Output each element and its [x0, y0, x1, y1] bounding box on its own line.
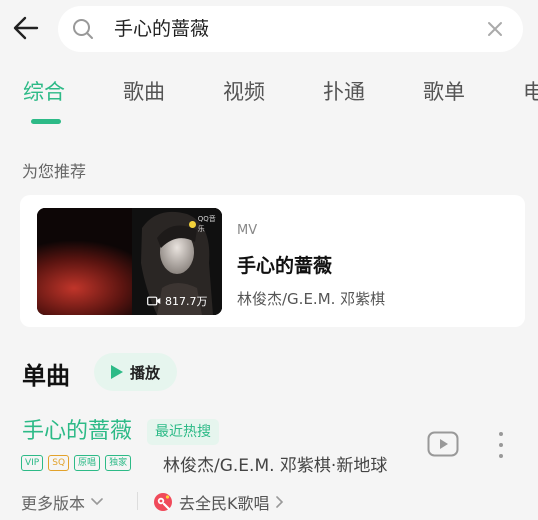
more-versions-link[interactable]: 更多版本 — [21, 490, 103, 514]
video-camera-icon — [147, 296, 161, 306]
divider — [137, 492, 138, 510]
play-all-label: 播放 — [130, 364, 161, 382]
more-options-icon[interactable] — [496, 430, 506, 460]
song-title[interactable]: 手心的蔷薇 — [22, 418, 132, 446]
watermark-text: QQ音乐 — [197, 215, 216, 233]
clear-icon[interactable] — [485, 19, 505, 39]
exclusive-tag: 独家 — [105, 455, 132, 471]
tab-videos[interactable]: 视频 — [223, 78, 265, 106]
hot-search-badge: 最近热搜 — [147, 419, 219, 445]
song-tags: VIP SQ 原唱 独家 — [21, 455, 132, 471]
more-versions-label: 更多版本 — [21, 494, 86, 513]
mv-play-count: 817.7万 — [147, 293, 208, 309]
mv-play-icon[interactable] — [427, 431, 459, 457]
mv-watermark: QQ音乐 — [189, 214, 222, 234]
play-all-button[interactable]: 播放 — [94, 353, 177, 391]
chevron-down-icon — [91, 498, 103, 506]
ksong-link[interactable]: 去全民K歌唱 — [153, 490, 284, 514]
mv-artist: 林俊杰/G.E.M. 邓紫棋 — [237, 290, 386, 308]
song-artist: 林俊杰/G.E.M. 邓紫棋·新地球 — [163, 456, 388, 476]
original-tag: 原唱 — [74, 455, 101, 471]
vip-tag: VIP — [21, 455, 44, 471]
section-title-singles: 单曲 — [22, 362, 70, 390]
mv-card[interactable]: QQ音乐 817.7万 MV 手心的蔷薇 林俊杰/G.E.M. 邓紫棋 — [20, 195, 525, 327]
back-button[interactable] — [8, 10, 44, 46]
top-bar: 手心的蔷薇 — [0, 0, 538, 58]
mv-type-label: MV — [237, 223, 258, 238]
ksong-label: 去全民K歌唱 — [179, 494, 270, 513]
play-count-text: 817.7万 — [165, 295, 208, 308]
tab-partial[interactable]: 电 — [523, 78, 538, 106]
tab-all[interactable]: 综合 — [23, 78, 65, 106]
search-icon — [73, 19, 93, 39]
mv-title: 手心的蔷薇 — [237, 255, 333, 277]
song-row[interactable]: 手心的蔷薇 最近热搜 VIP SQ 原唱 独家 林俊杰/G.E.M. 邓紫棋·新… — [0, 410, 538, 520]
qq-music-logo-icon — [189, 220, 196, 228]
section-label-recommend: 为您推荐 — [22, 162, 87, 181]
ksong-logo-icon — [154, 493, 172, 511]
chevron-right-icon — [275, 496, 283, 508]
mv-thumbnail[interactable]: QQ音乐 817.7万 — [37, 208, 222, 315]
tab-playlists[interactable]: 歌单 — [423, 78, 465, 106]
tab-putong[interactable]: 扑通 — [323, 78, 365, 106]
sq-tag: SQ — [48, 455, 70, 471]
play-icon — [111, 365, 123, 379]
tab-bar: 综合 歌曲 视频 扑通 歌单 电 — [0, 62, 538, 124]
tab-songs[interactable]: 歌曲 — [123, 78, 165, 106]
back-arrow-icon — [13, 16, 39, 40]
search-input[interactable]: 手心的蔷薇 — [114, 17, 209, 41]
active-tab-indicator — [31, 119, 61, 124]
search-box[interactable]: 手心的蔷薇 — [58, 6, 523, 52]
